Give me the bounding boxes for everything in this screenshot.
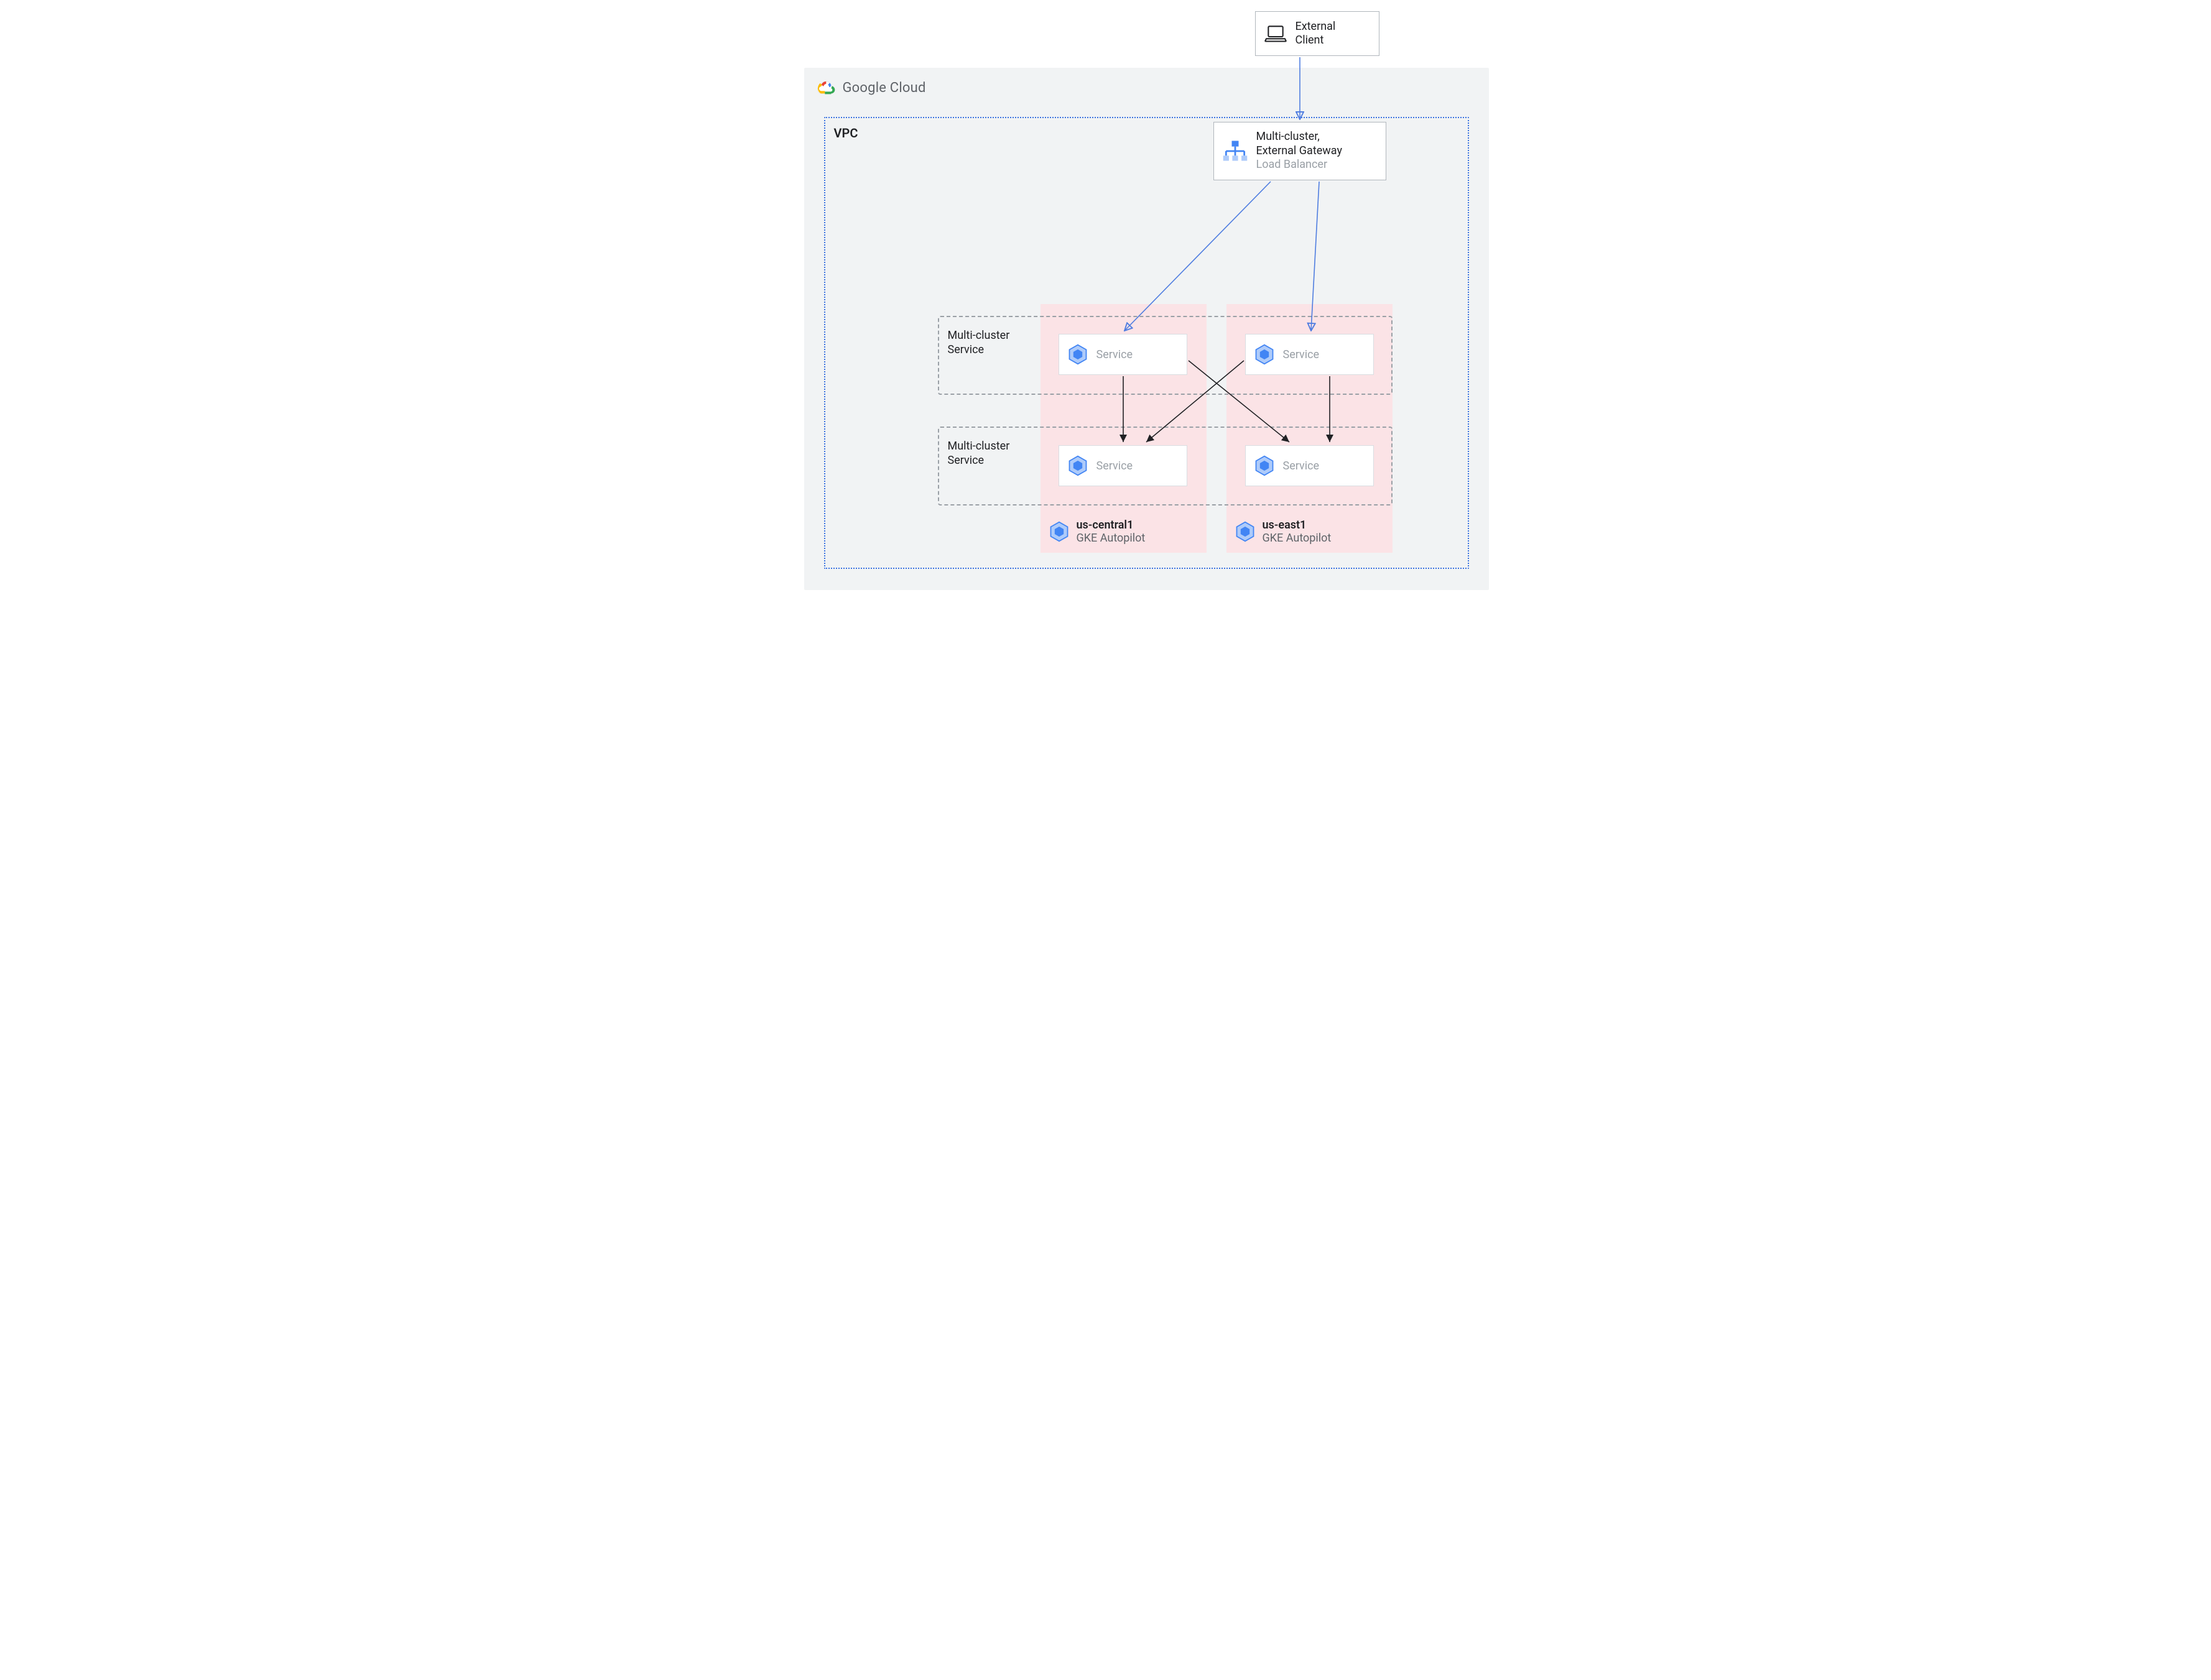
gateway-subtitle: Load Balancer [1256, 158, 1342, 172]
architecture-diagram: Google Cloud VPC us-central1 GKE Autopil… [714, 0, 1498, 597]
service-label: Service [1283, 348, 1320, 361]
ext-client-line2: Client [1296, 34, 1336, 48]
gke-icon [1253, 455, 1276, 477]
service-label: Service [1096, 459, 1133, 473]
cluster-us-east1-footer: us-east1 GKE Autopilot [1234, 519, 1332, 545]
service-row2-b: Service [1245, 445, 1374, 486]
service-row2-a: Service [1059, 445, 1187, 486]
cluster-b-name: us-east1 [1263, 519, 1332, 532]
ext-client-line1: External [1296, 20, 1336, 34]
google-cloud-header: Google Cloud [817, 78, 926, 98]
gateway-line2: External Gateway [1256, 144, 1342, 159]
mcs-2-label: Multi-cluster Service [948, 439, 1010, 468]
mcs-1-label: Multi-cluster Service [948, 328, 1010, 358]
cluster-a-name: us-central1 [1077, 519, 1146, 532]
load-balancer-icon [1221, 137, 1249, 165]
cluster-a-sub: GKE Autopilot [1077, 532, 1146, 545]
gke-icon [1067, 343, 1089, 366]
google-cloud-label: Google Cloud [843, 80, 926, 96]
laptop-icon [1263, 21, 1288, 46]
gateway-line1: Multi-cluster, [1256, 130, 1342, 144]
gke-icon [1067, 455, 1089, 477]
service-label: Service [1283, 459, 1320, 473]
external-client-card: External Client [1255, 11, 1379, 56]
service-label: Service [1096, 348, 1133, 361]
gateway-card: Multi-cluster, External Gateway Load Bal… [1213, 122, 1386, 180]
vpc-label: VPC [834, 126, 858, 141]
service-row1-b: Service [1245, 334, 1374, 375]
service-row1-a: Service [1059, 334, 1187, 375]
gke-icon [1253, 343, 1276, 366]
cluster-us-central1-footer: us-central1 GKE Autopilot [1048, 519, 1146, 545]
google-cloud-logo-icon [817, 78, 837, 98]
cluster-b-sub: GKE Autopilot [1263, 532, 1332, 545]
gke-icon [1234, 520, 1256, 543]
gke-icon [1048, 520, 1070, 543]
